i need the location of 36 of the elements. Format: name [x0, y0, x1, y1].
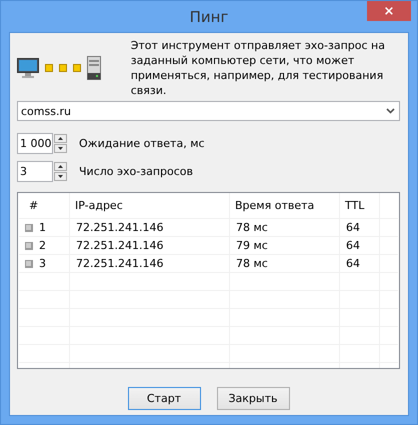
table-cell: 72.251.241.146 [76, 239, 164, 252]
column-header[interactable]: Время ответа [235, 199, 314, 212]
column-header[interactable]: TTL [345, 199, 364, 212]
dialog-button[interactable]: Старт [128, 387, 200, 410]
number-field[interactable]: 1 000 [17, 133, 53, 154]
table-cell: 3 [39, 257, 46, 270]
field-label: Число эхо-запросов [79, 165, 193, 178]
table-cell: 64 [346, 239, 360, 252]
number-field[interactable]: 3 [17, 161, 53, 182]
chevron-down-icon [386, 108, 395, 114]
description-text: Этот инструмент отправляет эхо-запрос на заданный компьютер сети, что может применяться, например, для тестирования связи. [130, 38, 386, 98]
square-icon [25, 242, 33, 250]
table-cell: 78 мс [236, 221, 268, 234]
field-label: Ожидание ответа, мс [79, 137, 205, 150]
column-header[interactable]: # [29, 199, 38, 212]
monitor-icon [17, 58, 39, 78]
server-icon [87, 56, 101, 80]
spin-up-icon[interactable] [54, 162, 67, 171]
square-icon [25, 224, 33, 232]
table-cell: 79 мс [236, 239, 268, 252]
dialog-button[interactable]: Закрыть [216, 387, 290, 410]
close-button[interactable]: × [367, 1, 411, 21]
spin-up-icon[interactable] [54, 134, 67, 143]
spin-down-icon[interactable] [54, 144, 67, 153]
table-cell: 64 [346, 221, 360, 234]
column-header[interactable]: IP-адрес [75, 199, 123, 212]
window-title: Пинг [190, 8, 228, 26]
table-cell: 72.251.241.146 [76, 221, 164, 234]
table-cell: 64 [346, 257, 360, 270]
table-cell: 72.251.241.146 [76, 257, 164, 270]
table-cell: 78 мс [236, 257, 268, 270]
table-cell: 2 [39, 239, 46, 252]
table-cell: 1 [39, 221, 46, 234]
spin-down-icon[interactable] [54, 172, 67, 181]
square-icon [25, 260, 33, 268]
host-combobox[interactable]: comss.ru [17, 101, 400, 121]
